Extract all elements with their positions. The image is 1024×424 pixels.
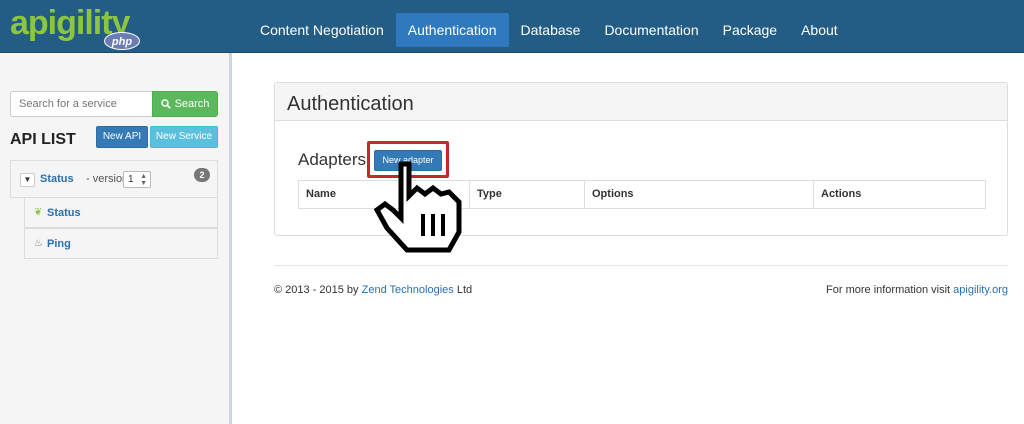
apigility-logo[interactable]: apigility php [10,4,150,50]
service-label-status: Status [47,207,81,219]
nav-database[interactable]: Database [509,13,593,47]
search-input[interactable] [10,91,153,117]
page-title: Authentication [275,83,1007,121]
sidebar-item-ping[interactable]: ♨ Ping [24,228,218,259]
hand-pointer-icon [373,161,462,253]
fire-icon: ♨ [34,238,43,249]
version-value: 1 [128,174,134,185]
service-label-ping: Ping [47,238,71,250]
column-header-type: Type [470,181,585,208]
sidebar: Search API LIST New API New Service ▼ St… [0,53,232,424]
new-service-button[interactable]: New Service [150,126,218,148]
new-api-button[interactable]: New API [96,126,148,148]
search-button-label: Search [174,98,210,110]
nav-content-negotiation[interactable]: Content Negotiation [248,13,396,47]
copyright-suffix: Ltd [453,284,473,296]
php-badge: php [104,32,140,50]
footer-copyright: © 2013 - 2015 by Zend Technologies Ltd [274,284,472,296]
nav-about[interactable]: About [789,13,850,47]
version-label: - version [86,173,129,185]
chevron-down-icon[interactable]: ▼ [20,173,35,187]
zend-link[interactable]: Zend Technologies [362,284,454,296]
column-header-actions: Actions [821,188,862,200]
sidebar-item-status[interactable]: ❦ Status [24,197,218,228]
main-nav: Content Negotiation Authentication Datab… [248,13,850,47]
spinner-arrows-icon: ▲ ▼ [140,173,147,187]
nav-authentication[interactable]: Authentication [395,13,509,47]
nav-documentation[interactable]: Documentation [592,13,710,47]
api-group-status: ▼ Status - version 1 ▲ ▼ 2 [10,160,218,198]
api-name[interactable]: Status [40,173,74,185]
info-prefix: For more information visit [826,284,954,296]
search-icon [160,99,171,109]
top-navbar: apigility php Content Negotiation Authen… [0,0,1024,53]
nav-package[interactable]: Package [711,13,789,47]
apigility-org-link[interactable]: apigility.org [953,284,1008,296]
adapters-title: Adapters [298,150,367,169]
search-button[interactable]: Search [152,91,218,117]
column-header-options: Options [585,181,814,208]
version-select[interactable]: 1 ▲ ▼ [123,171,151,188]
api-list-title: API LIST [10,131,76,148]
leaf-icon: ❦ [34,207,43,218]
service-count-badge: 2 [194,168,210,182]
footer-info: For more information visit apigility.org [760,284,1008,296]
copyright-prefix: © 2013 - 2015 by [274,284,362,296]
footer-divider [274,265,1008,266]
